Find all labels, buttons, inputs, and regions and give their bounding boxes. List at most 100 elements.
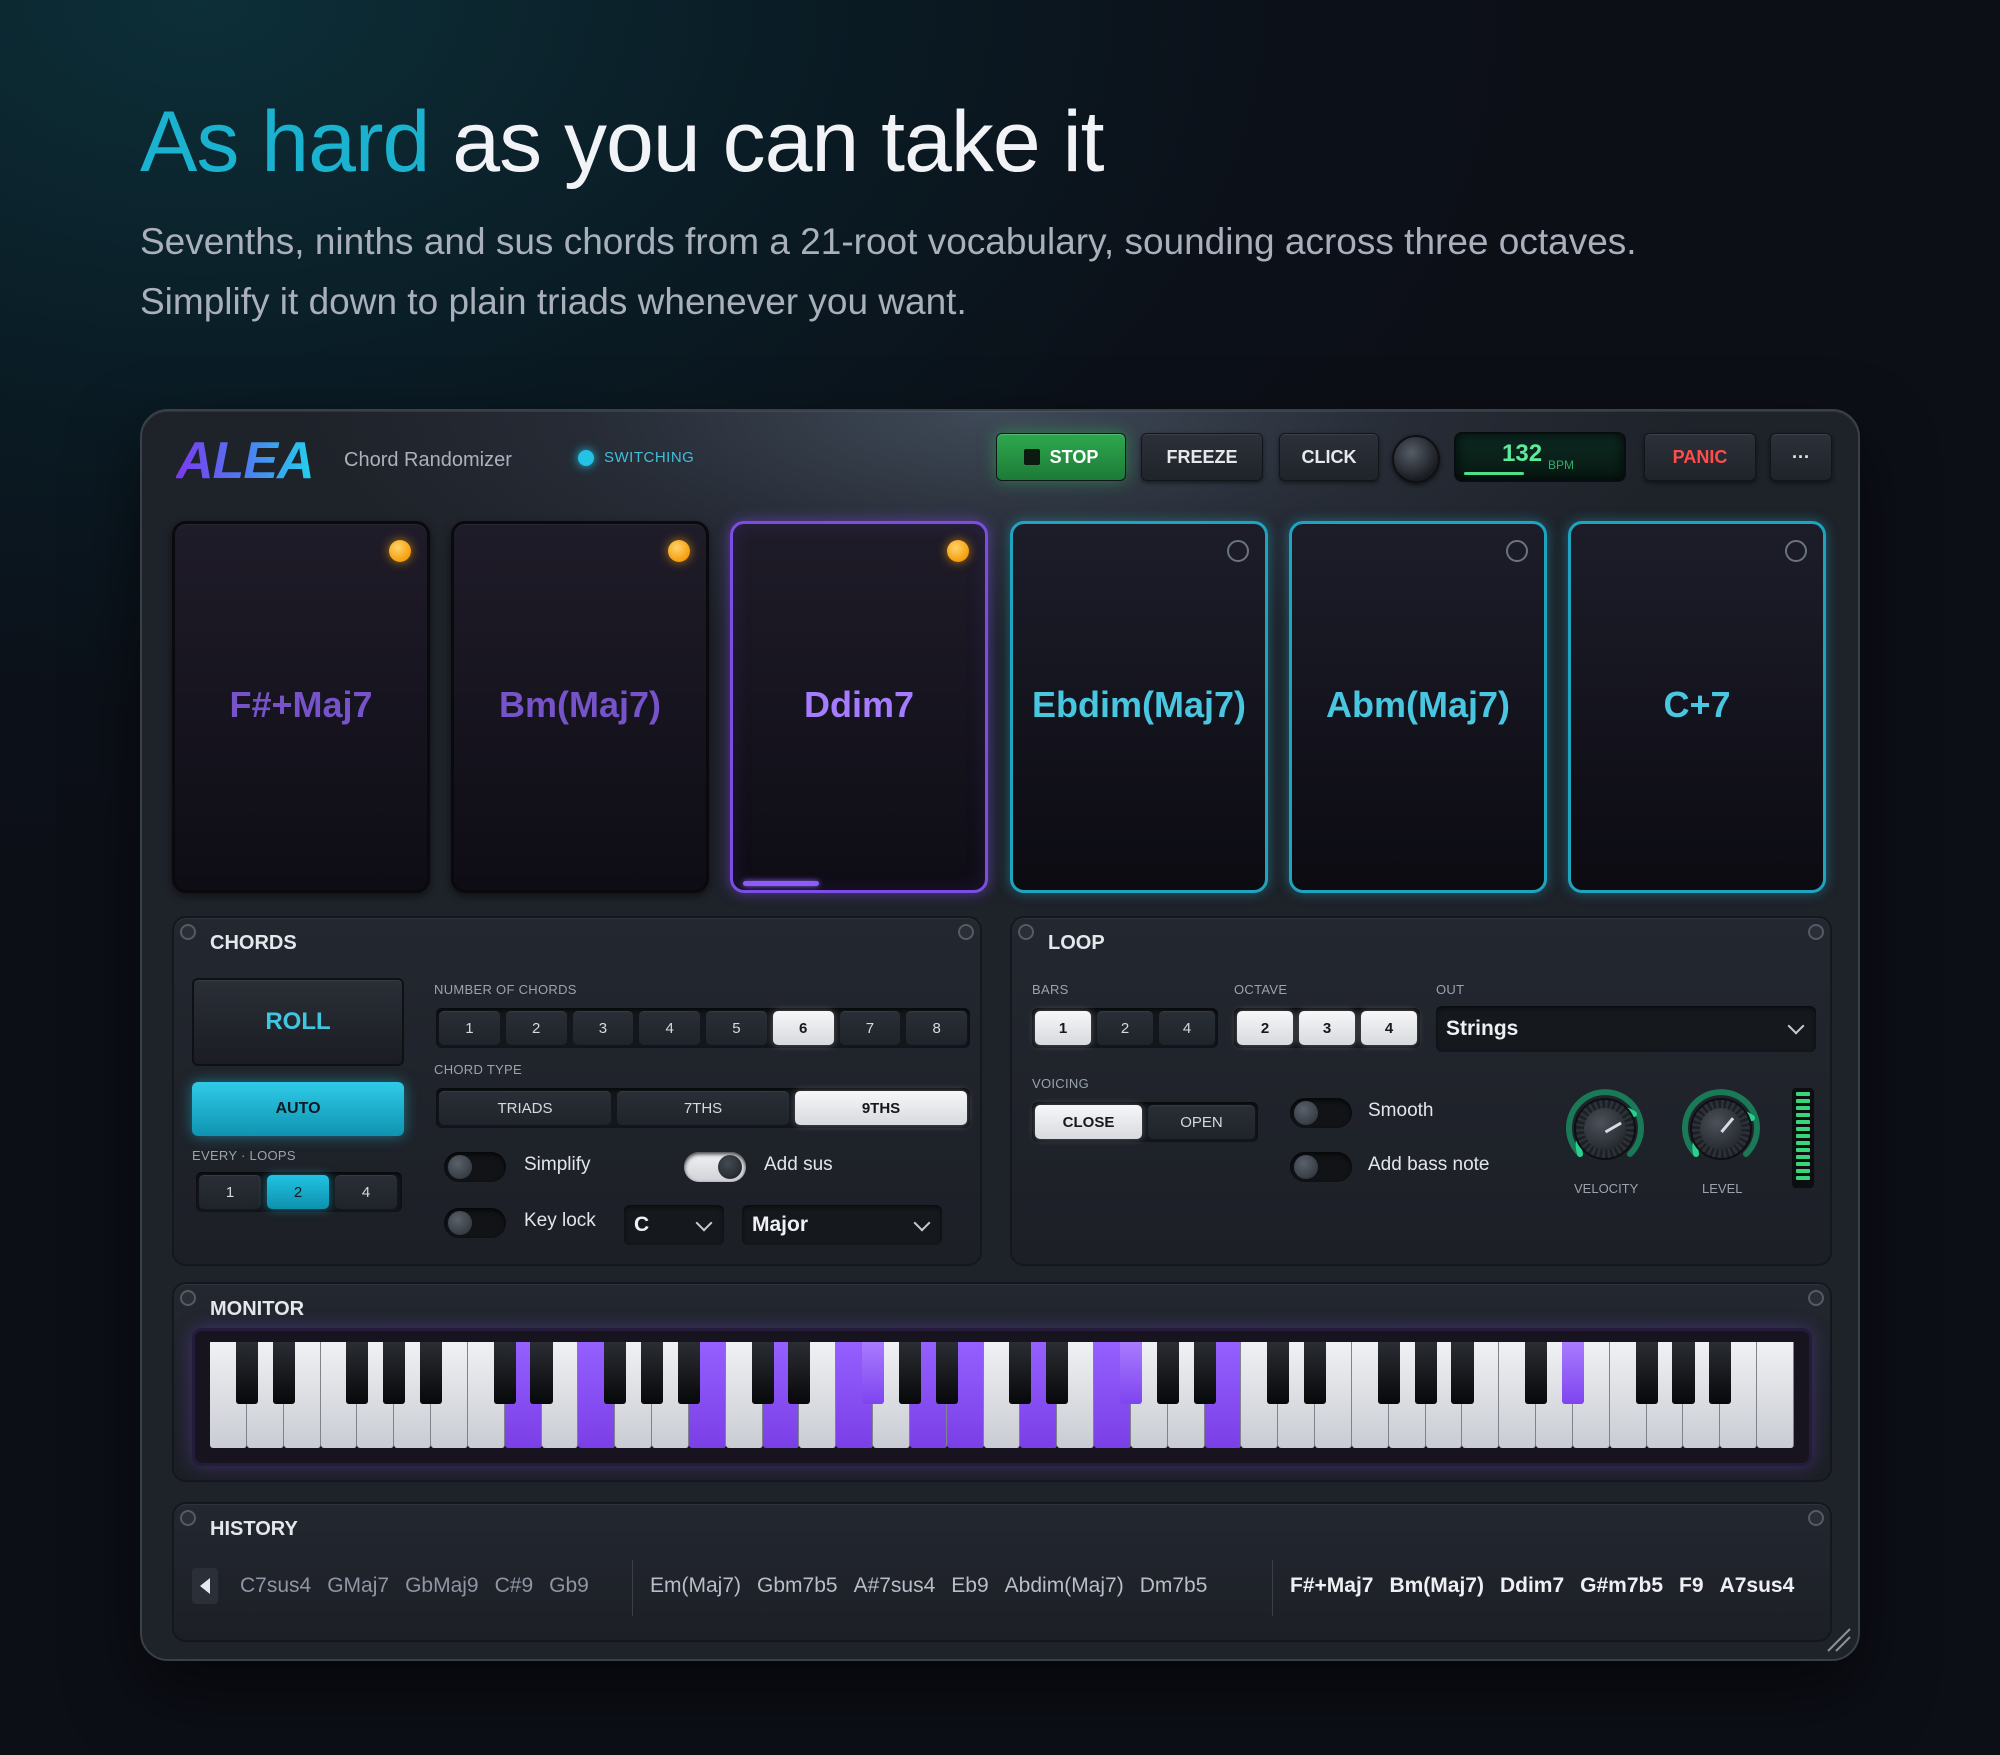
number-of-chords-option[interactable]: 7 xyxy=(839,1011,901,1045)
every-loops-option[interactable]: 2 xyxy=(267,1175,329,1209)
add-bass-note-toggle[interactable] xyxy=(1290,1152,1352,1182)
piano-black-key[interactable] xyxy=(1709,1342,1732,1404)
piano-black-key[interactable] xyxy=(677,1342,700,1404)
key-dropdown[interactable]: C xyxy=(624,1205,724,1245)
piano-black-key[interactable] xyxy=(1672,1342,1695,1404)
more-menu-button[interactable]: ··· xyxy=(1770,433,1832,481)
panic-button[interactable]: PANIC xyxy=(1644,433,1756,481)
scale-dropdown[interactable]: Major xyxy=(742,1205,942,1245)
chord-pad[interactable]: Bm(Maj7) xyxy=(451,521,709,893)
simplify-toggle[interactable] xyxy=(444,1152,506,1182)
octave-option[interactable]: 4 xyxy=(1361,1011,1417,1045)
history-chord[interactable]: Em(Maj7) xyxy=(650,1574,741,1598)
piano-white-key[interactable] xyxy=(1757,1342,1794,1448)
chord-type-option[interactable]: 7THS xyxy=(617,1091,789,1125)
history-chord[interactable]: F9 xyxy=(1679,1574,1704,1598)
chord-type-option[interactable]: TRIADS xyxy=(439,1091,611,1125)
history-chord[interactable]: Abdim(Maj7) xyxy=(1005,1574,1124,1598)
history-chord[interactable]: G#m7b5 xyxy=(1580,1574,1663,1598)
piano-black-key[interactable] xyxy=(1635,1342,1658,1404)
piano-black-key[interactable] xyxy=(1377,1342,1400,1404)
chord-pad[interactable]: Abm(Maj7) xyxy=(1289,521,1547,893)
piano-black-key[interactable] xyxy=(1009,1342,1032,1404)
level-knob[interactable] xyxy=(1678,1086,1764,1172)
piano-black-key[interactable] xyxy=(346,1342,369,1404)
history-chord[interactable]: C#9 xyxy=(495,1574,534,1598)
output-dropdown[interactable]: Strings xyxy=(1436,1006,1816,1052)
number-of-chords-option[interactable]: 1 xyxy=(439,1011,500,1045)
piano-black-key[interactable] xyxy=(1119,1342,1142,1404)
piano-black-key[interactable] xyxy=(935,1342,958,1404)
history-chord[interactable]: Dm7b5 xyxy=(1140,1574,1208,1598)
piano-black-key[interactable] xyxy=(604,1342,627,1404)
piano-black-key[interactable] xyxy=(1193,1342,1216,1404)
history-chord[interactable]: C7sus4 xyxy=(240,1574,311,1598)
piano-keyboard xyxy=(210,1342,1794,1448)
piano-black-key[interactable] xyxy=(1267,1342,1290,1404)
velocity-knob[interactable] xyxy=(1562,1086,1648,1172)
number-of-chords-option[interactable]: 8 xyxy=(906,1011,967,1045)
key-lock-toggle[interactable] xyxy=(444,1208,506,1238)
chord-pad[interactable]: F#+Maj7 xyxy=(172,521,430,893)
stop-button[interactable]: STOP xyxy=(996,433,1126,481)
octave-option[interactable]: 2 xyxy=(1237,1011,1293,1045)
chord-type-option[interactable]: 9THS xyxy=(795,1091,967,1125)
piano-black-key[interactable] xyxy=(235,1342,258,1404)
history-chord[interactable]: Gb9 xyxy=(549,1574,589,1598)
bars-option[interactable]: 1 xyxy=(1035,1011,1091,1045)
number-of-chords-option[interactable]: 5 xyxy=(706,1011,767,1045)
octave-label: OCTAVE xyxy=(1234,982,1288,997)
history-chord[interactable]: Gbm7b5 xyxy=(757,1574,838,1598)
history-chord[interactable]: Bm(Maj7) xyxy=(1389,1574,1484,1598)
bars-option[interactable]: 2 xyxy=(1097,1011,1153,1045)
resize-grip-icon[interactable] xyxy=(1822,1623,1852,1653)
add-sus-toggle[interactable] xyxy=(684,1152,746,1182)
history-chord[interactable]: GMaj7 xyxy=(327,1574,389,1598)
click-volume-knob[interactable] xyxy=(1392,435,1440,483)
history-chord[interactable]: Eb9 xyxy=(951,1574,988,1598)
voicing-option[interactable]: CLOSE xyxy=(1035,1105,1142,1139)
piano-black-key[interactable] xyxy=(383,1342,406,1404)
chord-pad[interactable]: C+7 xyxy=(1568,521,1826,893)
number-of-chords-option[interactable]: 4 xyxy=(639,1011,700,1045)
piano-black-key[interactable] xyxy=(1451,1342,1474,1404)
chord-pad[interactable]: Ddim7 xyxy=(730,521,988,893)
history-chord[interactable]: Ddim7 xyxy=(1500,1574,1564,1598)
piano-black-key[interactable] xyxy=(1304,1342,1327,1404)
history-chord[interactable]: A7sus4 xyxy=(1720,1574,1795,1598)
voicing-option[interactable]: OPEN xyxy=(1148,1105,1255,1139)
history-chord[interactable]: F#+Maj7 xyxy=(1290,1574,1373,1598)
click-button[interactable]: CLICK xyxy=(1279,433,1379,481)
piano-black-key[interactable] xyxy=(788,1342,811,1404)
piano-black-key[interactable] xyxy=(272,1342,295,1404)
piano-black-key[interactable] xyxy=(493,1342,516,1404)
number-of-chords-option[interactable]: 6 xyxy=(772,1011,834,1045)
octave-option[interactable]: 3 xyxy=(1299,1011,1355,1045)
bars-option[interactable]: 4 xyxy=(1159,1011,1215,1045)
piano-black-key[interactable] xyxy=(1046,1342,1069,1404)
piano-black-key[interactable] xyxy=(530,1342,553,1404)
piano-black-key[interactable] xyxy=(1414,1342,1437,1404)
smooth-toggle[interactable] xyxy=(1290,1098,1352,1128)
history-chord[interactable]: GbMaj9 xyxy=(405,1574,479,1598)
piano-black-key[interactable] xyxy=(1525,1342,1548,1404)
piano-black-key[interactable] xyxy=(419,1342,443,1404)
number-of-chords-option[interactable]: 3 xyxy=(572,1011,634,1045)
voicing-selector: CLOSE OPEN xyxy=(1032,1102,1258,1142)
piano-black-key[interactable] xyxy=(898,1342,921,1404)
roll-button[interactable]: ROLL xyxy=(192,978,404,1066)
piano-black-key[interactable] xyxy=(1561,1342,1585,1404)
every-loops-option[interactable]: 1 xyxy=(199,1175,261,1209)
history-chord[interactable]: A#7sus4 xyxy=(854,1574,936,1598)
piano-black-key[interactable] xyxy=(640,1342,664,1404)
piano-black-key[interactable] xyxy=(1156,1342,1179,1404)
freeze-button[interactable]: FREEZE xyxy=(1141,433,1263,481)
chord-pad[interactable]: Ebdim(Maj7) xyxy=(1010,521,1268,893)
every-loops-option[interactable]: 4 xyxy=(335,1175,397,1209)
bpm-display[interactable]: 132 BPM xyxy=(1454,432,1626,482)
auto-button[interactable]: AUTO xyxy=(192,1082,404,1136)
piano-black-key[interactable] xyxy=(862,1342,885,1404)
number-of-chords-option[interactable]: 2 xyxy=(505,1011,567,1045)
history-back-button[interactable] xyxy=(192,1568,218,1604)
piano-black-key[interactable] xyxy=(751,1342,774,1404)
